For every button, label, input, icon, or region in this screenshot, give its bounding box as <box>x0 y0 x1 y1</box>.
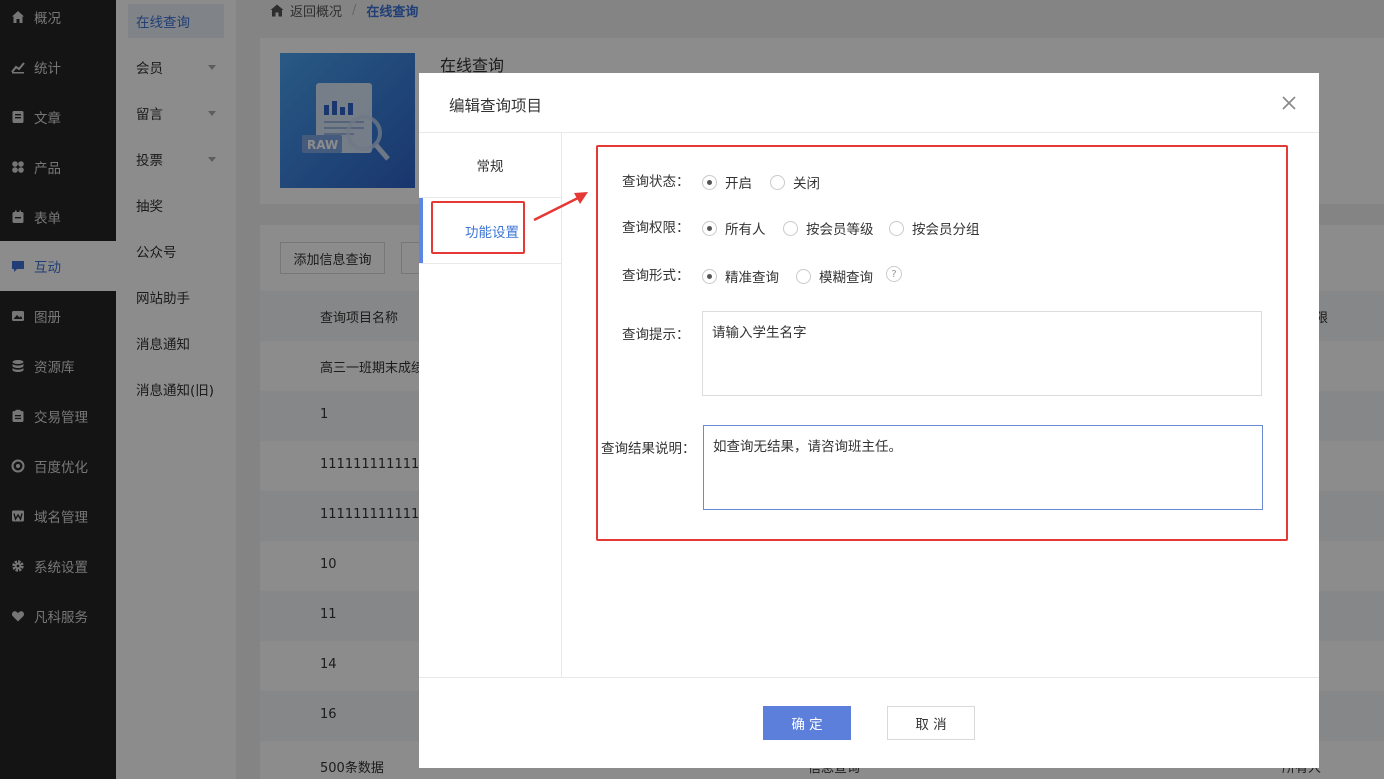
close-icon[interactable] <box>1279 93 1299 113</box>
confirm-button[interactable]: 确 定 <box>763 706 851 740</box>
highlight-box-form <box>596 145 1288 541</box>
tab-divider <box>419 263 561 264</box>
highlight-box-tab <box>431 201 525 254</box>
dialog-footer-divider <box>419 677 1319 678</box>
cancel-button[interactable]: 取 消 <box>887 706 975 740</box>
dialog-title: 编辑查询项目 <box>449 97 543 115</box>
tab-label: 常规 <box>476 159 504 175</box>
annotation-arrow-icon <box>530 188 592 228</box>
